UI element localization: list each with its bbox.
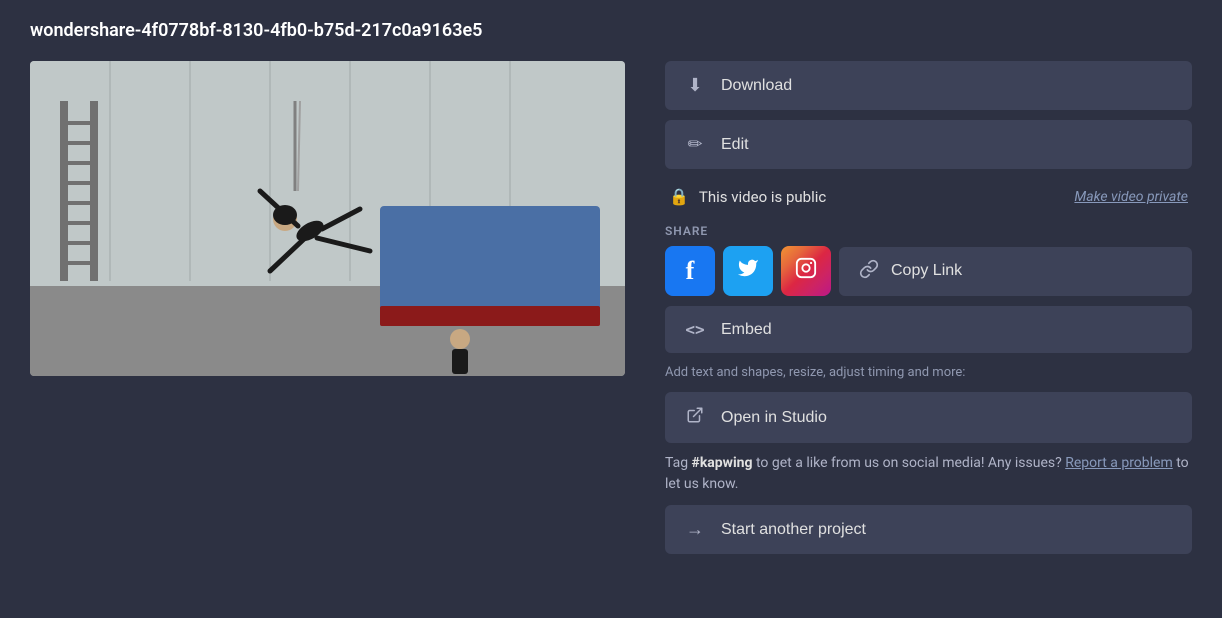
- privacy-status: 🔒 This video is public: [669, 187, 826, 206]
- tag-pre-text: Tag: [665, 455, 692, 471]
- embed-icon: <>: [685, 320, 705, 339]
- share-buttons-row: f: [665, 246, 1192, 296]
- facebook-button[interactable]: f: [665, 246, 715, 296]
- instagram-button[interactable]: [781, 246, 831, 296]
- edit-icon: ✏: [685, 134, 705, 155]
- arrow-right-icon: →: [685, 519, 705, 540]
- twitter-button[interactable]: [723, 246, 773, 296]
- tag-section: Tag #kapwing to get a like from us on so…: [665, 453, 1192, 495]
- copy-link-button[interactable]: Copy Link: [839, 247, 1192, 296]
- page-title: wondershare-4f0778bf-8130-4fb0-b75d-217c…: [30, 20, 1192, 41]
- twitter-icon: [737, 257, 759, 285]
- video-thumbnail: [30, 61, 625, 376]
- facebook-icon: f: [686, 256, 695, 286]
- report-problem-link[interactable]: Report a problem: [1065, 455, 1173, 471]
- kapwing-tag: #kapwing: [692, 455, 753, 471]
- share-section: SHARE f: [665, 224, 1192, 296]
- share-label: SHARE: [665, 224, 1192, 238]
- instagram-icon: [795, 257, 817, 285]
- download-icon: ⬇: [685, 75, 705, 96]
- lock-icon: 🔒: [669, 187, 689, 206]
- privacy-row: 🔒 This video is public Make video privat…: [665, 179, 1192, 214]
- start-another-project-button[interactable]: → Start another project: [665, 505, 1192, 554]
- edit-button[interactable]: ✏ Edit: [665, 120, 1192, 169]
- actions-panel: ⬇ Download ✏ Edit 🔒 This video is public…: [665, 61, 1192, 554]
- embed-button[interactable]: <> Embed: [665, 306, 1192, 353]
- chain-icon: [859, 259, 879, 284]
- download-button[interactable]: ⬇ Download: [665, 61, 1192, 110]
- tag-post-text: to get a like from us on social media! A…: [753, 455, 1062, 471]
- open-in-studio-button[interactable]: Open in Studio: [665, 392, 1192, 443]
- make-private-link[interactable]: Make video private: [1074, 189, 1188, 205]
- external-link-icon: [685, 406, 705, 429]
- studio-info-text: Add text and shapes, resize, adjust timi…: [665, 363, 1192, 382]
